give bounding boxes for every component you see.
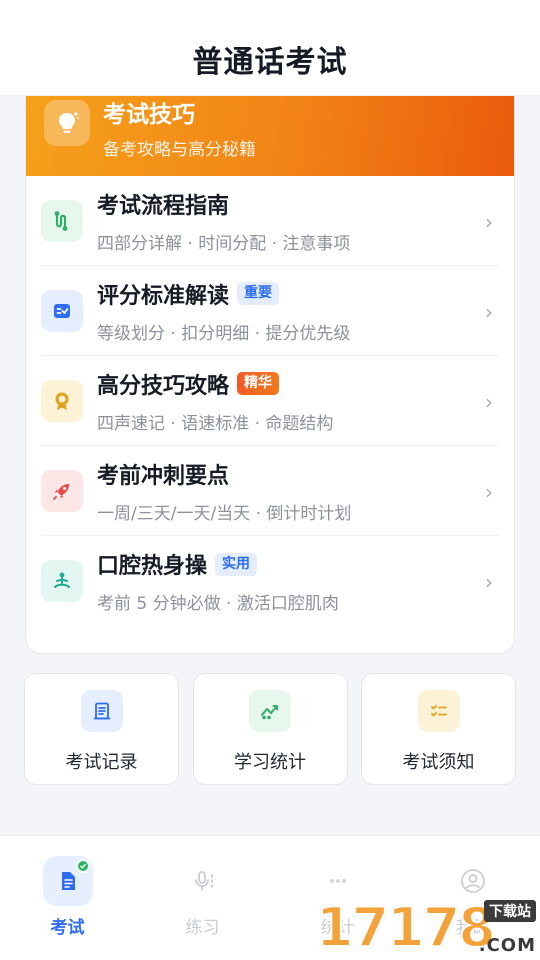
watermark-tag: 下载站 — [484, 900, 536, 922]
chevron-right-icon: › — [485, 570, 493, 594]
banner-subtitle: 备考攻略与高分秘籍 — [103, 139, 256, 160]
list-item-subtitle: 等级划分 · 扣分明细 · 提分优先级 — [97, 323, 351, 344]
tab-label: 练习 — [185, 918, 220, 938]
rocket-icon — [41, 469, 83, 512]
lightbulb-icon — [44, 100, 90, 146]
list-item-final-sprint[interactable]: 考前冲刺要点 一周/三天/一天/当天 · 倒计时计划 › — [41, 446, 499, 536]
check-badge-icon — [75, 859, 90, 873]
watermark-number: 17178 — [315, 896, 497, 959]
exam-doc-icon — [42, 856, 93, 906]
tab-practice[interactable]: 练习 — [135, 836, 270, 960]
badge-important: 重要 — [237, 282, 280, 305]
badge-featured: 精华 — [237, 372, 280, 395]
list-item-subtitle: 四声速记 · 语速标准 · 命题结构 — [97, 413, 334, 434]
badge-practical: 实用 — [215, 552, 258, 576]
list-item-subtitle: 一周/三天/一天/当天 · 倒计时计划 — [97, 503, 352, 524]
list-item-title: 考试流程指南 — [97, 193, 230, 219]
record-book-icon — [80, 690, 123, 732]
notice-list-icon — [417, 690, 460, 732]
chevron-right-icon: › — [485, 390, 493, 414]
list-item-mouth-warmup[interactable]: 口腔热身操 实用 考前 5 分钟必做 · 激活口腔肌肉 › — [41, 536, 499, 626]
tips-list: 考试流程指南 四部分详解 · 时间分配 · 注意事项 › 评分标准解读 重要 等… — [26, 176, 514, 626]
tab-exam[interactable]: 考试 — [0, 836, 135, 960]
chevron-right-icon: › — [485, 210, 493, 234]
tile-label: 考试记录 — [65, 752, 138, 773]
chevron-right-icon: › — [485, 300, 493, 324]
list-item-process-guide[interactable]: 考试流程指南 四部分详解 · 时间分配 · 注意事项 › — [41, 176, 499, 266]
list-item-high-score-tips[interactable]: 高分技巧攻略 精华 四声速记 · 语速标准 · 命题结构 › — [41, 356, 499, 446]
list-item-title: 口腔热身操 — [97, 554, 208, 579]
app-header: 普通话考试 — [0, 0, 540, 96]
tile-study-stats[interactable]: 学习统计 — [192, 673, 348, 785]
chevron-right-icon: › — [485, 480, 493, 504]
list-item-scoring-standard[interactable]: 评分标准解读 重要 等级划分 · 扣分明细 · 提分优先级 › — [41, 266, 499, 356]
list-item-title: 高分技巧攻略 — [97, 373, 230, 399]
list-item-subtitle: 四部分详解 · 时间分配 · 注意事项 — [97, 233, 351, 254]
tile-exam-notice[interactable]: 考试须知 — [361, 673, 516, 785]
banner-title: 考试技巧 — [103, 101, 195, 128]
trend-chart-icon — [249, 690, 291, 732]
checklist-icon — [41, 289, 83, 332]
list-item-title: 评分标准解读 — [97, 283, 230, 309]
tile-label: 考试须知 — [402, 752, 475, 773]
list-item-title: 考前冲刺要点 — [97, 463, 230, 489]
quick-actions: 考试记录 学习统计 考试须知 — [24, 673, 516, 785]
tab-label: 考试 — [50, 918, 85, 938]
watermark-domain: .COM — [478, 935, 536, 956]
site-watermark: 17178 下载站 .COM — [315, 896, 538, 959]
tile-exam-records[interactable]: 考试记录 — [24, 673, 179, 785]
page-title: 普通话考试 — [192, 45, 348, 80]
list-item-subtitle: 考前 5 分钟必做 · 激活口腔肌肉 — [97, 594, 339, 614]
tips-card: 考试技巧 备考攻略与高分秘籍 考试流程指南 四部分详解 · 时间分配 · 注意事… — [25, 96, 515, 654]
route-icon — [41, 199, 83, 242]
meditation-icon — [41, 560, 83, 602]
tile-label: 学习统计 — [234, 752, 306, 773]
award-icon — [41, 379, 83, 422]
microphone-icon — [178, 856, 228, 906]
tips-banner[interactable]: 考试技巧 备考攻略与高分秘籍 — [26, 96, 514, 176]
